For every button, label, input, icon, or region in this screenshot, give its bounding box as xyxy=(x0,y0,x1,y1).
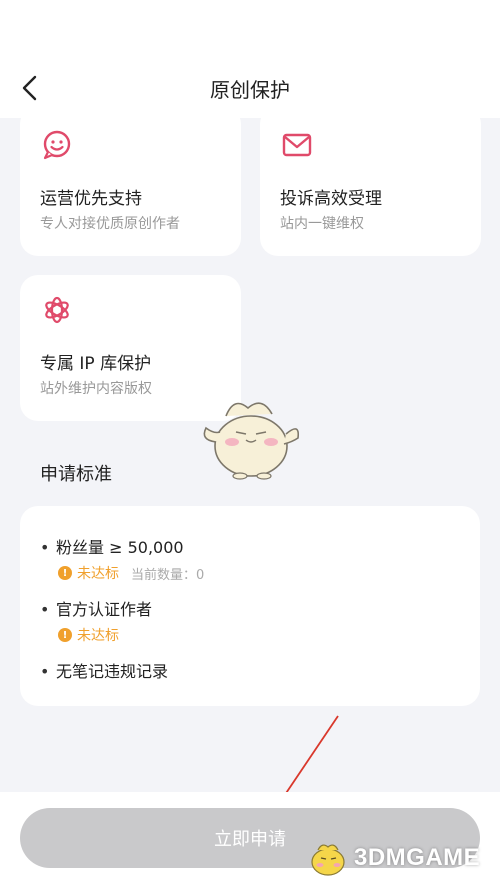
bullet-dot: • xyxy=(40,600,50,619)
watermark-logo: 3DMGAME xyxy=(306,836,480,880)
benefit-desc: 站内一键维权 xyxy=(280,216,364,232)
status-text: 未达标 xyxy=(77,566,119,582)
requirement-status: ! 未达标 当前数量：0 xyxy=(58,563,204,583)
main-content: 运营优先支持 专人对接优质原创作者 投诉高效受理 站内一键维权 专属 IP 库保… xyxy=(0,106,500,820)
top-bar: 原创保护 xyxy=(0,0,500,118)
requirement-label: 官方认证作者 xyxy=(56,600,153,619)
section-title-requirements: 申请标准 xyxy=(40,464,112,485)
status-text: 未达标 xyxy=(77,628,119,644)
requirement-item-no-violations: • 无笔记违规记录 xyxy=(40,658,168,682)
envelope-icon xyxy=(282,133,312,157)
requirement-label: 无笔记违规记录 xyxy=(56,662,169,681)
benefit-card-complaint-handling: 投诉高效受理 站内一键维权 xyxy=(260,106,481,256)
requirement-status: ! 未达标 xyxy=(58,625,119,645)
warning-icon: ! xyxy=(58,566,72,580)
benefit-title: 专属 IP 库保护 xyxy=(40,354,152,374)
chick-logo-icon xyxy=(311,844,345,876)
requirement-item-verified-author: • 官方认证作者 xyxy=(40,596,152,620)
bullet-dot: • xyxy=(40,538,50,557)
requirement-item-followers: • 粉丝量 ≥ 50,000 xyxy=(40,534,184,558)
requirements-card: • 粉丝量 ≥ 50,000 ! 未达标 当前数量：0 • 官方认证作者 ! 未达标… xyxy=(20,506,480,706)
benefit-desc: 站外维护内容版权 xyxy=(40,381,152,397)
benefit-desc: 专人对接优质原创作者 xyxy=(40,216,180,232)
benefit-card-operation-support: 运营优先支持 专人对接优质原创作者 xyxy=(20,106,241,256)
benefit-title: 运营优先支持 xyxy=(40,189,142,209)
watermark-text: 3DMGAME xyxy=(354,844,481,871)
smile-face-icon xyxy=(43,130,71,160)
flower-icon xyxy=(45,296,69,324)
benefit-title: 投诉高效受理 xyxy=(280,189,382,209)
warning-icon: ! xyxy=(58,628,72,642)
page-title: 原创保护 xyxy=(210,78,290,102)
mascot-illustration xyxy=(203,402,300,480)
current-count: 当前数量：0 xyxy=(131,567,205,583)
bullet-dot: • xyxy=(40,662,50,681)
requirement-label: 粉丝量 ≥ 50,000 xyxy=(56,538,184,557)
